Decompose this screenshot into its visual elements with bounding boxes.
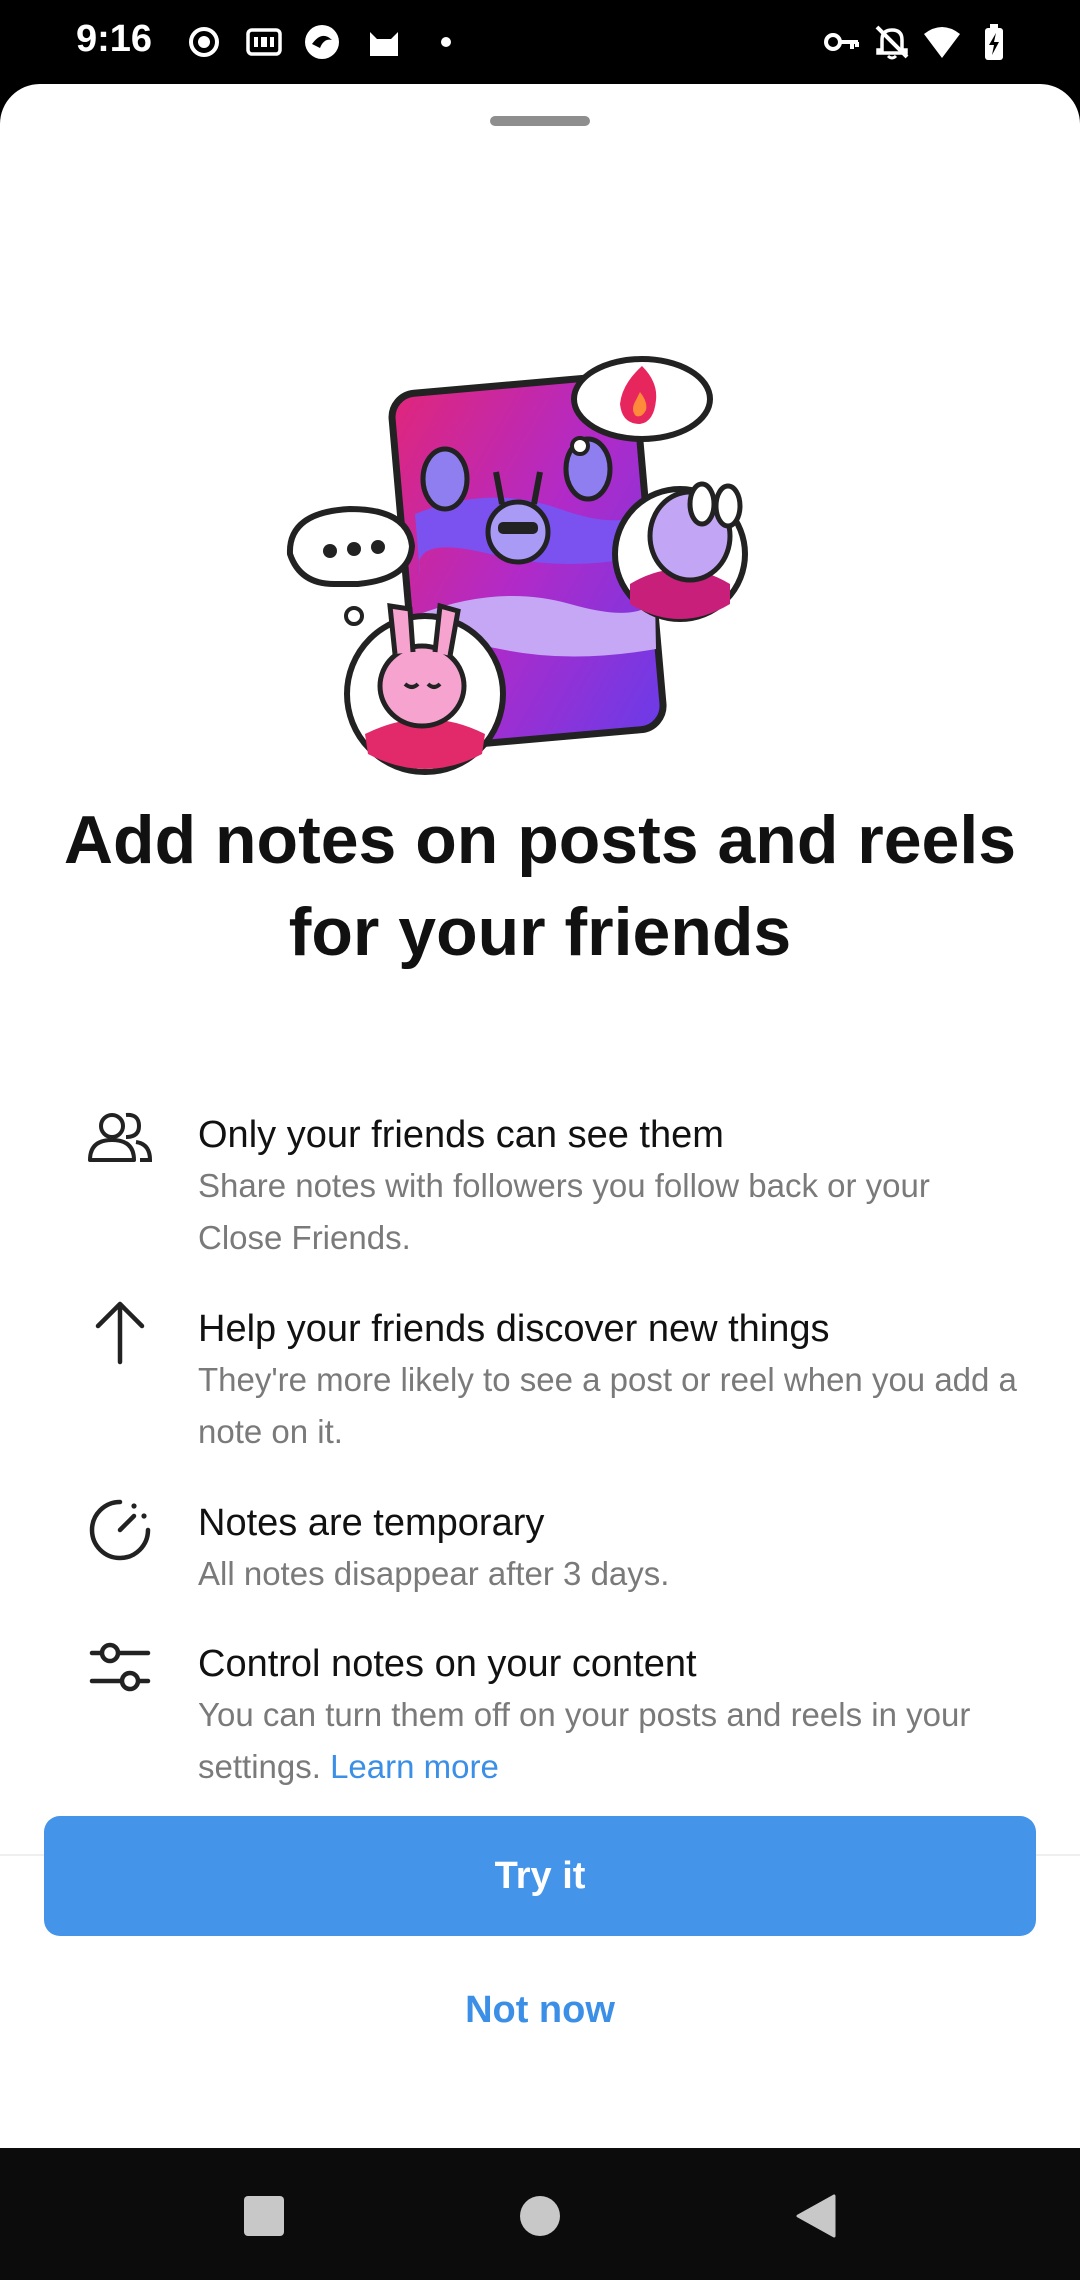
feature-body-text: You can turn them off on your posts and …: [198, 1696, 971, 1785]
drag-handle[interactable]: [490, 116, 590, 126]
timer-icon: [89, 1499, 151, 1561]
learn-more-link[interactable]: Learn more: [330, 1748, 499, 1785]
recents-square-icon[interactable]: [240, 2192, 288, 2240]
wifi-icon: [924, 27, 960, 58]
record-icon: [189, 27, 219, 57]
bell-off-icon: [875, 25, 909, 60]
battery-icon: [985, 24, 1003, 60]
feature-body: Share notes with followers you follow ba…: [198, 1167, 930, 1256]
cat-icon: [370, 32, 398, 56]
arrow-up-icon: [95, 1301, 145, 1365]
home-circle-icon[interactable]: [516, 2192, 564, 2240]
try-it-button[interactable]: Try it: [44, 1816, 1036, 1936]
feature-body: They're more likely to see a post or ree…: [198, 1361, 1017, 1450]
feature-title: Only your friends can see them: [198, 1114, 724, 1156]
feature-body: All notes disappear after 3 days.: [198, 1555, 670, 1592]
feature-title: Control notes on your content: [198, 1643, 697, 1685]
status-bar: 9:16: [0, 0, 1080, 84]
back-triangle-icon[interactable]: [792, 2192, 840, 2240]
app-icon: [305, 25, 339, 59]
key-icon: [824, 33, 859, 51]
notes-illustration: [286, 356, 748, 775]
status-time: 9:16: [76, 18, 153, 60]
friends-icon: [88, 1112, 153, 1162]
iqiyi-icon: [246, 28, 282, 56]
feature-title: Notes are temporary: [198, 1502, 545, 1544]
system-nav-bar: [0, 2148, 1080, 2280]
not-now-button[interactable]: Not now: [340, 1970, 740, 2050]
page-title: Add notes on posts and reels for your fr…: [63, 802, 1017, 970]
dot-icon: [441, 37, 451, 47]
feature-title: Help your friends discover new things: [198, 1308, 830, 1350]
sliders-icon: [89, 1642, 151, 1692]
feature-body: You can turn them off on your posts and …: [198, 1689, 1018, 1793]
